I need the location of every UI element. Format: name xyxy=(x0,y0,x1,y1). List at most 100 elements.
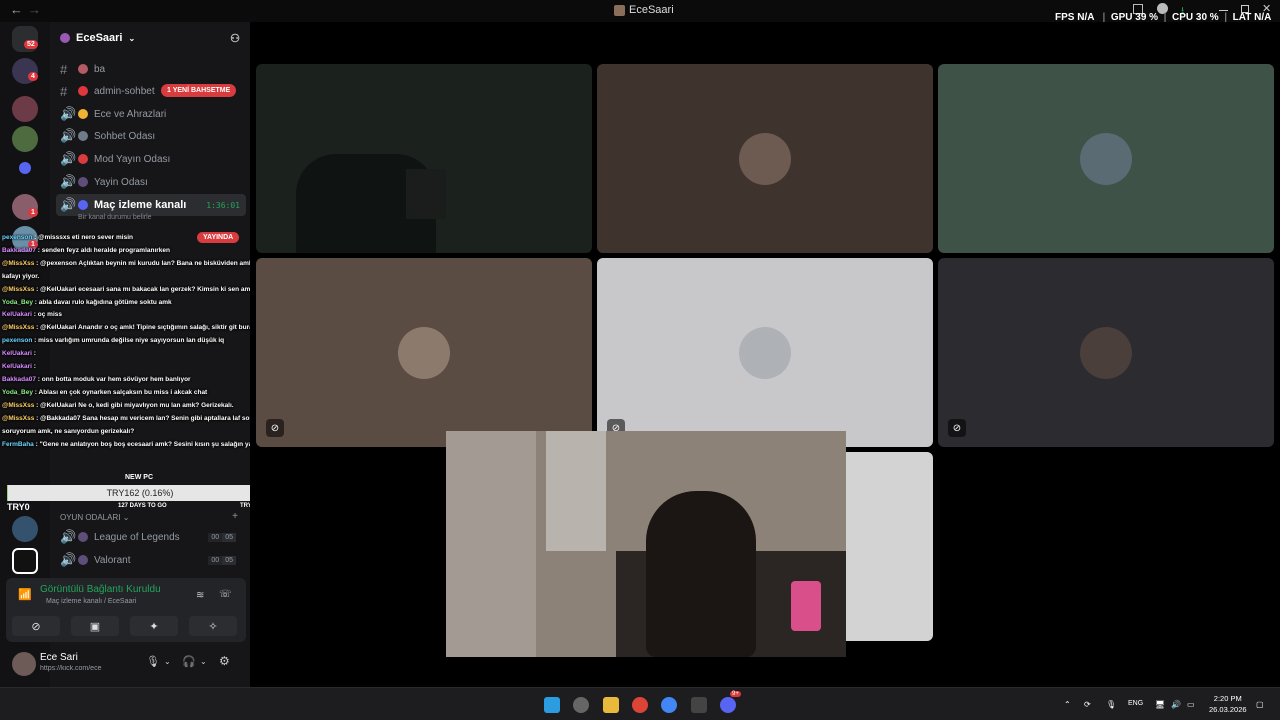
server-icon[interactable] xyxy=(12,126,38,152)
video-grid: ⊘ ⊘ ⊘ xyxy=(250,22,1280,687)
gear-icon[interactable]: ⚙ xyxy=(219,654,230,668)
voice-status: Görüntülü Bağlantı Kuruldu xyxy=(40,584,161,595)
microphone-icon[interactable]: 🎙 xyxy=(146,655,160,668)
user-count: 00 05 xyxy=(208,555,236,565)
signal-icon[interactable]: 📶 xyxy=(18,588,32,601)
door-shape xyxy=(546,431,606,551)
disconnect-icon[interactable]: ☏ xyxy=(219,589,232,600)
user-name[interactable]: Ece Sari xyxy=(40,652,78,663)
channel-item-active[interactable]: 🔊 Maç izleme kanalı 1:36:01 xyxy=(56,194,246,216)
voice-channel-icon: 🔊 xyxy=(60,197,77,212)
avatar xyxy=(1080,327,1132,379)
discord-icon[interactable] xyxy=(720,697,736,713)
file-explorer-icon[interactable] xyxy=(603,697,619,713)
add-channel-icon[interactable]: + xyxy=(232,511,238,522)
channel-item[interactable]: # ba xyxy=(56,59,246,79)
avatar[interactable] xyxy=(12,652,36,676)
activities-button[interactable]: ✦ xyxy=(130,616,178,636)
wall-shape xyxy=(446,431,536,657)
server-badge: 4 xyxy=(28,72,38,81)
screen-share-button[interactable]: ▣ xyxy=(71,616,119,636)
add-member-icon[interactable]: ⚇ xyxy=(230,32,240,45)
goal-progress-bar: TRY162 (0.16%) xyxy=(7,485,273,501)
voice-channel-icon: 🔊 xyxy=(60,106,77,121)
app-icon[interactable] xyxy=(691,697,707,713)
headphones-icon[interactable]: 🎧 xyxy=(182,655,196,668)
user-status: https://kick.com/ece xyxy=(40,665,102,672)
voice-channel-icon: 🔊 xyxy=(60,128,77,143)
voice-channel-icon: 🔊 xyxy=(60,552,77,567)
clock[interactable]: 2:20 PM 26.03.2026 xyxy=(1209,693,1247,715)
avatar xyxy=(398,327,450,379)
server-header[interactable]: EceSaari ⌄ ⚇ xyxy=(50,22,250,54)
avatar xyxy=(1080,133,1132,185)
folder-icon[interactable] xyxy=(19,162,31,174)
windows-start-icon[interactable] xyxy=(544,697,560,713)
video-tile[interactable] xyxy=(597,64,933,253)
channel-emoji-icon xyxy=(78,532,88,542)
network-icon[interactable]: 🖥 xyxy=(1155,700,1165,709)
goal-progress-fill xyxy=(7,485,8,501)
tray-icon[interactable]: ⟳ xyxy=(1084,700,1091,709)
voice-channel-path[interactable]: Maç izleme kanalı / EceSaari xyxy=(46,598,136,605)
voice-connection-panel: 📶 Görüntülü Bağlantı Kuruldu Maç izleme … xyxy=(6,578,246,642)
server-avatar-icon xyxy=(614,4,625,16)
taskbar: 9+ ⌃ ⟳ 🎙 ENG 🖥 🔊 ▭ 2:20 PM 26.03.2026 ▢ xyxy=(0,687,1280,720)
video-tile[interactable]: ⊘ xyxy=(597,258,933,447)
streamer-figure xyxy=(646,491,756,657)
video-tile[interactable]: ⊘ xyxy=(256,258,592,447)
channel-item[interactable]: 🔊 Yayin Odası xyxy=(56,172,246,192)
forward-arrow-icon[interactable]: → xyxy=(28,2,41,17)
text-channel-icon: # xyxy=(60,61,68,77)
language-indicator[interactable]: ENG xyxy=(1128,700,1143,707)
activities-icon: ✦ xyxy=(149,620,159,633)
chevron-down-icon[interactable]: ⌄ xyxy=(164,657,171,666)
channel-emoji-icon xyxy=(78,86,88,96)
window-title: EceSaari xyxy=(614,4,674,16)
video-tile[interactable] xyxy=(256,64,592,253)
channel-emoji-icon xyxy=(78,555,88,565)
goal-start: TRY0 xyxy=(7,502,30,512)
donation-goal: TRY162 (0.16%) NEW PC 127 DAYS TO GO TRY… xyxy=(7,474,273,512)
mic-muted-icon: ⊘ xyxy=(266,419,284,437)
soundboard-icon: ✧ xyxy=(208,620,218,633)
chevron-up-icon[interactable]: ⌃ xyxy=(1064,700,1071,709)
channel-item[interactable]: 🔊 Sohbet Odası xyxy=(56,126,246,146)
noise-suppression-icon[interactable]: ≋ xyxy=(196,590,204,601)
google-icon[interactable] xyxy=(661,697,677,713)
video-tile[interactable] xyxy=(938,64,1274,253)
camera-off-icon: ⊘ xyxy=(31,620,41,633)
channel-emoji-icon xyxy=(78,177,88,187)
video-tile[interactable]: ⊘ xyxy=(938,258,1274,447)
channel-item[interactable]: 🔊 Valorant 00 05 xyxy=(56,550,246,570)
channel-timer: 1:36:01 xyxy=(206,200,240,210)
server-p-icon[interactable] xyxy=(12,548,38,574)
chrome-icon[interactable] xyxy=(632,697,648,713)
volume-icon[interactable]: 🔊 xyxy=(1171,700,1181,709)
soundboard-button[interactable]: ✧ xyxy=(189,616,237,636)
camera-off-button[interactable]: ⊘ xyxy=(12,616,60,636)
streamer-webcam xyxy=(446,431,846,657)
server-icon[interactable] xyxy=(12,96,38,122)
goal-progress-text: TRY162 (0.16%) xyxy=(7,485,273,501)
minimize-icon[interactable] xyxy=(1219,10,1228,11)
battery-icon[interactable]: ▭ xyxy=(1187,700,1195,709)
server-logo-icon xyxy=(60,33,70,43)
notification-icon[interactable]: ▢ xyxy=(1256,700,1264,709)
microphone-icon[interactable]: 🎙 xyxy=(1106,700,1116,709)
goal-title: NEW PC xyxy=(125,474,153,481)
avatar xyxy=(739,133,791,185)
category-header[interactable]: OYUN ODALARI ⌄ xyxy=(60,513,129,522)
channel-emoji-icon xyxy=(78,109,88,119)
back-arrow-icon[interactable]: ← xyxy=(10,2,23,17)
app-icon[interactable] xyxy=(573,697,589,713)
channel-item[interactable]: 🔊 Ece ve Ahrazlari xyxy=(56,104,246,124)
chevron-down-icon[interactable]: ⌄ xyxy=(200,657,207,666)
avatar xyxy=(739,327,791,379)
discord-badge: 9+ xyxy=(730,691,741,697)
channel-status[interactable]: Bir kanal durumu belirle xyxy=(78,214,152,221)
server-icon[interactable] xyxy=(12,516,38,542)
channel-item[interactable]: # admin-sohbet xyxy=(56,81,246,101)
channel-item[interactable]: 🔊 Mod Yayın Odası xyxy=(56,149,246,169)
channel-item[interactable]: 🔊 League of Legends 00 05 xyxy=(56,527,246,547)
